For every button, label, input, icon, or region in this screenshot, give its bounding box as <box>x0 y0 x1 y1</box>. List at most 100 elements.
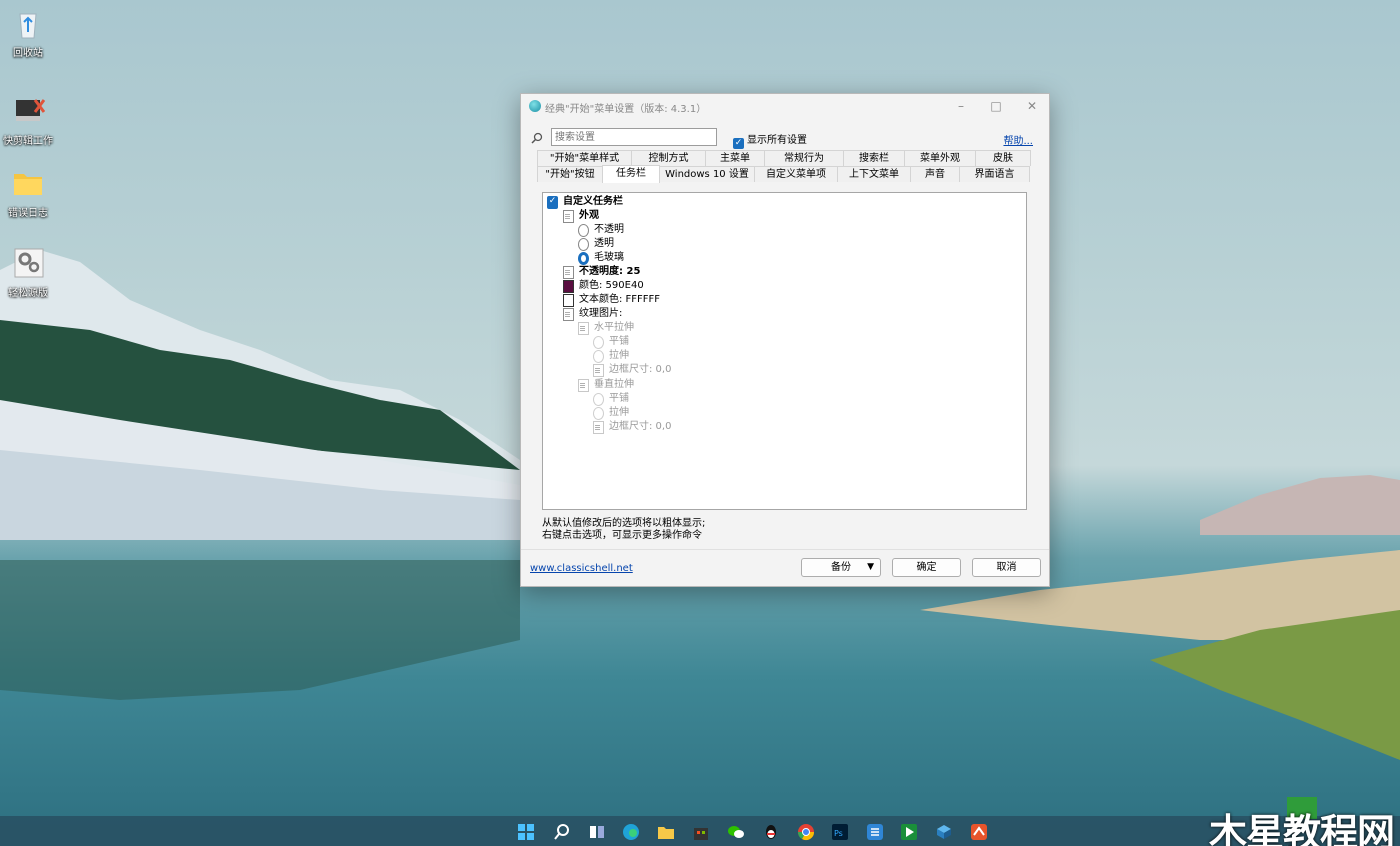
tree-label: 不透明 <box>594 224 624 235</box>
task-view-icon[interactable] <box>588 823 606 841</box>
settings-dialog: 经典"开始"菜单设置（版本: 4.3.1） – □ ✕ ✓显示所有设置 帮助..… <box>520 93 1050 587</box>
video-editor-icon <box>16 99 45 121</box>
show-all-label: 显示所有设置 <box>747 135 807 146</box>
tree-label: 垂直拉伸 <box>594 379 634 390</box>
search-input[interactable] <box>551 128 717 146</box>
tree-label: 拉伸 <box>609 407 629 418</box>
settings-tree: ✓ 自定义任务栏 外观 不透明 透明 毛玻璃 不透明度: 25 颜色: 590E… <box>542 192 1027 510</box>
tree-label: 纹理图片: <box>579 308 623 319</box>
desktop-icon-label: 错误日志 <box>8 208 48 219</box>
desktop-icon-label: 快剪辑工作 <box>3 136 53 147</box>
tab-row-1: "开始"菜单样式 控制方式 主菜单 常规行为 搜索栏 菜单外观 皮肤 <box>537 150 1031 166</box>
qq-icon[interactable] <box>762 823 780 841</box>
app-red-icon[interactable] <box>970 823 988 841</box>
tab-row-2: "开始"按钮 任务栏 Windows 10 设置 自定义菜单项 上下文菜单 声音… <box>537 165 1030 183</box>
tab-start-button[interactable]: "开始"按钮 <box>537 166 603 182</box>
tree-label: 平铺 <box>609 393 629 404</box>
start-icon[interactable] <box>517 823 535 841</box>
window-title: 经典"开始"菜单设置（版本: 4.3.1） <box>545 104 707 115</box>
tree-label: 拉伸 <box>609 350 629 361</box>
tab-context-menu[interactable]: 上下文菜单 <box>837 166 911 182</box>
watermark: 木星教程网 <box>1208 811 1395 846</box>
network-icon[interactable] <box>935 823 953 841</box>
radio-on-icon <box>578 252 589 265</box>
media-player-icon[interactable] <box>900 823 918 841</box>
document-icon <box>563 210 574 223</box>
checkbox-checked-icon: ✓ <box>733 138 744 149</box>
radio-off-icon <box>593 393 604 406</box>
tab-control[interactable]: 控制方式 <box>631 150 706 166</box>
website-link[interactable]: www.classicshell.net <box>530 563 633 574</box>
radio-off-icon <box>593 336 604 349</box>
desktop-icon-settings[interactable]: 轻松源版 <box>0 246 56 299</box>
color-swatch <box>563 280 574 293</box>
cancel-button[interactable]: 取消 <box>972 558 1041 577</box>
tree-label: 自定义任务栏 <box>563 196 623 207</box>
radio-off-icon <box>578 238 589 251</box>
edge-icon[interactable] <box>622 823 640 841</box>
photoshop-icon[interactable]: Ps <box>831 823 849 841</box>
app-icon <box>529 100 541 112</box>
tree-label: 不透明度: 25 <box>579 266 641 277</box>
radio-off-icon <box>593 407 604 420</box>
document-icon <box>593 421 604 434</box>
folder-icon <box>14 174 42 195</box>
recycle-bin-icon <box>19 13 37 39</box>
dropdown-arrow-icon: ▼ <box>867 562 874 572</box>
document-icon <box>563 308 574 321</box>
tree-label: 颜色: 590E40 <box>579 280 644 291</box>
checkbox-checked-icon: ✓ <box>547 196 558 209</box>
desktop-icon-label: 轻松源版 <box>8 288 48 299</box>
desktop-icon-label: 回收站 <box>13 48 43 59</box>
tab-general-behavior[interactable]: 常规行为 <box>764 150 844 166</box>
tree-label: 毛玻璃 <box>594 252 624 263</box>
document-icon <box>578 379 589 392</box>
close-button[interactable]: ✕ <box>1024 98 1040 114</box>
tree-label: 文本颜色: FFFFFF <box>579 294 661 305</box>
tab-search-box[interactable]: 搜索栏 <box>843 150 905 166</box>
divider <box>521 549 1049 550</box>
tree-label: 水平拉伸 <box>594 322 634 333</box>
document-icon <box>578 322 589 335</box>
show-all-settings-checkbox[interactable]: ✓ 显示所有设置 <box>733 131 807 149</box>
taskbar: Ps <box>0 816 1400 846</box>
hint-line-2: 右键点击选项，可显示更多操作命令 <box>542 530 702 541</box>
tab-windows10-settings[interactable]: Windows 10 设置 <box>659 166 755 182</box>
tab-skin[interactable]: 皮肤 <box>975 150 1031 166</box>
title-bar[interactable]: 经典"开始"菜单设置（版本: 4.3.1） – □ ✕ <box>521 94 1049 118</box>
tree-label: 透明 <box>594 238 614 249</box>
app-icon[interactable] <box>866 823 884 841</box>
radio-off-icon <box>593 350 604 363</box>
search-icon[interactable] <box>553 823 571 841</box>
settings-gear-icon <box>14 248 44 278</box>
tree-label: 外观 <box>579 210 599 221</box>
backup-label: 备份 <box>831 562 851 573</box>
store-icon[interactable] <box>692 823 710 841</box>
tab-start-menu-style[interactable]: "开始"菜单样式 <box>537 150 632 166</box>
svg-text:Ps: Ps <box>834 829 843 838</box>
maximize-button[interactable]: □ <box>988 98 1004 114</box>
wechat-icon[interactable] <box>727 823 745 841</box>
file-explorer-icon[interactable] <box>657 823 675 841</box>
ok-button[interactable]: 确定 <box>892 558 961 577</box>
tab-custom-menu-items[interactable]: 自定义菜单项 <box>754 166 838 182</box>
text-color-swatch <box>563 294 574 307</box>
tab-menu-look[interactable]: 菜单外观 <box>904 150 976 166</box>
tree-label: 边框尺寸: 0,0 <box>609 421 672 432</box>
tab-main-menu[interactable]: 主菜单 <box>705 150 765 166</box>
desktop-icon-video-editor[interactable]: 快剪辑工作 <box>0 94 56 147</box>
radio-off-icon <box>578 224 589 237</box>
minimize-button[interactable]: – <box>953 98 969 114</box>
tab-language[interactable]: 界面语言 <box>959 166 1030 182</box>
help-link[interactable]: 帮助... <box>1003 132 1033 147</box>
chrome-icon[interactable] <box>797 823 815 841</box>
document-icon <box>593 364 604 377</box>
tab-sound[interactable]: 声音 <box>910 166 960 182</box>
tab-taskbar[interactable]: 任务栏 <box>602 165 660 183</box>
desktop-icon-folder[interactable]: 错误日志 <box>0 166 56 219</box>
desktop-icon-recycle-bin[interactable]: 回收站 <box>0 6 56 59</box>
tree-label: 边框尺寸: 0,0 <box>609 364 672 375</box>
backup-button[interactable]: 备份 ▼ <box>801 558 881 577</box>
document-icon <box>563 266 574 279</box>
search-icon <box>531 132 543 144</box>
